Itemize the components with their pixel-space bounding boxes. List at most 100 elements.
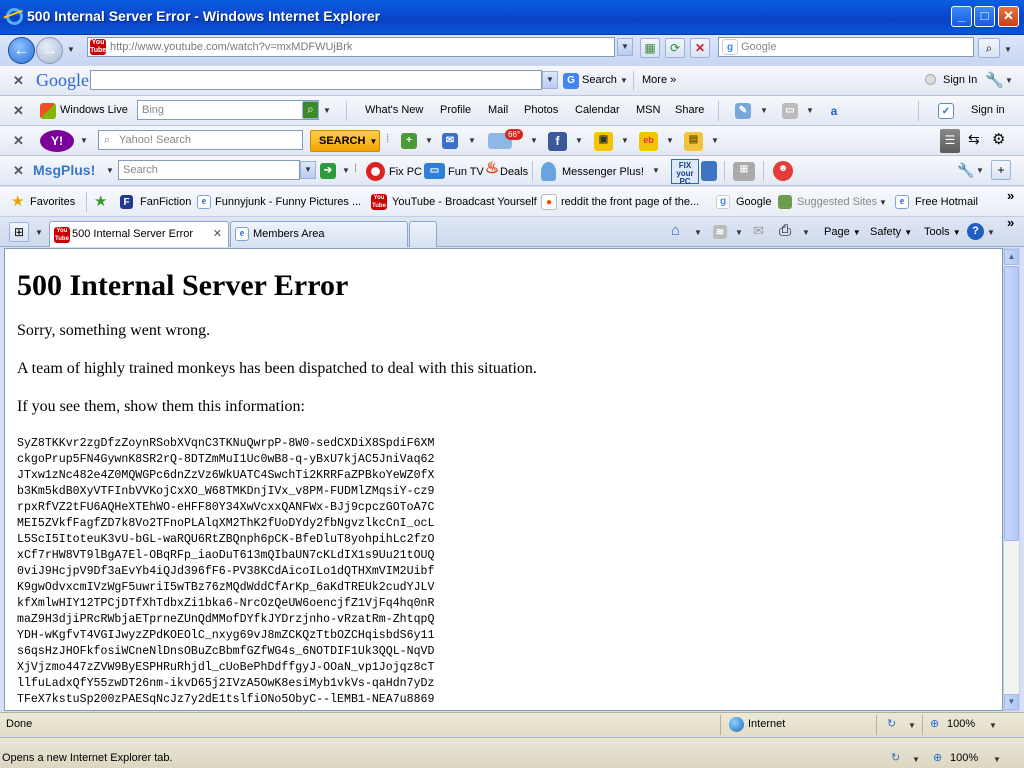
yahoo-search-button[interactable]: SEARCH ▼: [310, 130, 380, 152]
feeds-icon[interactable]: ≋: [713, 225, 727, 239]
add-to-favorites-bar-icon[interactable]: ★: [94, 192, 107, 210]
help-caret[interactable]: ▼: [987, 228, 995, 237]
maximize-button[interactable]: □: [974, 6, 995, 27]
msgplus-toolbar-close-icon[interactable]: ✕: [13, 163, 24, 179]
yahoo-menu-caret[interactable]: ▼: [80, 136, 88, 145]
fix-your-pc-badge[interactable]: FIX your PC: [671, 159, 699, 186]
messenger-plus-caret[interactable]: ▼: [652, 166, 660, 175]
favorites-button[interactable]: Favorites: [30, 196, 75, 208]
blog-caret[interactable]: ▼: [760, 106, 768, 115]
protected-mode-caret[interactable]: ▼: [908, 721, 916, 730]
whats-new-link[interactable]: What's New: [365, 104, 423, 116]
tab-close-icon[interactable]: ✕: [213, 222, 222, 246]
zoom-level[interactable]: 100%: [947, 718, 975, 730]
form-fill-icon[interactable]: ▭: [782, 103, 798, 119]
print-icon[interactable]: ⎙: [779, 222, 791, 239]
google-search-input[interactable]: [90, 70, 542, 90]
address-input[interactable]: You Tube http://www.youtube.com/watch?v=m…: [87, 37, 615, 57]
swap-icon[interactable]: ⇆: [968, 131, 980, 148]
protected-mode-icon[interactable]: ↻: [887, 717, 896, 730]
msgplus-logo-caret[interactable]: ▼: [106, 166, 114, 175]
ebay-icon[interactable]: eb: [639, 132, 658, 151]
share-link[interactable]: Share: [675, 104, 704, 116]
tools-menu[interactable]: Tools ▼: [924, 226, 961, 238]
help-icon[interactable]: ?: [967, 223, 984, 240]
bing-search-input[interactable]: Bing: [137, 100, 319, 120]
form-fill-caret[interactable]: ▼: [806, 106, 814, 115]
wrench-icon[interactable]: 🔧: [985, 71, 1004, 89]
outer-protected-mode-icon[interactable]: ↻: [891, 751, 900, 764]
page-menu[interactable]: Page ▼: [824, 226, 861, 238]
google-search-button[interactable]: Search: [582, 74, 617, 86]
toolbar-resize-grip[interactable]: ⁞: [354, 163, 357, 175]
google-more-button[interactable]: More »: [642, 74, 676, 86]
google-toolbar-close-icon[interactable]: ✕: [13, 73, 24, 89]
live-sign-in-link[interactable]: Sign in: [971, 104, 1005, 116]
notepad-caret[interactable]: ▼: [711, 136, 719, 145]
yahoo-toolbar-close-icon[interactable]: ✕: [13, 133, 24, 149]
fix-pc-shield-icon[interactable]: [701, 161, 717, 181]
new-tab-button[interactable]: [409, 221, 437, 247]
live-toolbar-close-icon[interactable]: ✕: [13, 103, 24, 119]
google-search-dropdown[interactable]: ▼: [542, 71, 558, 89]
facebook-caret[interactable]: ▼: [575, 136, 583, 145]
msgplus-go-icon[interactable]: ➔: [320, 163, 336, 179]
tab-list-dropdown[interactable]: ▼: [35, 228, 43, 237]
scroll-down-arrow-icon[interactable]: ▼: [1004, 694, 1019, 710]
deals-flame-icon[interactable]: ♨: [484, 161, 500, 177]
scrollbar-thumb[interactable]: [1004, 266, 1019, 541]
tab-members-area[interactable]: e Members Area: [230, 221, 408, 247]
outer-protected-mode-caret[interactable]: ▼: [912, 755, 920, 764]
outer-zoom-caret[interactable]: ▼: [993, 755, 1001, 764]
msgplus-settings-caret[interactable]: ▼: [976, 166, 984, 175]
google-sign-in-link[interactable]: Sign In: [943, 74, 977, 86]
msgplus-add-button[interactable]: +: [991, 160, 1011, 180]
yahoo-search-input[interactable]: ⌕ Yahoo! Search: [98, 130, 303, 150]
favorites-overflow-chevron-icon[interactable]: »: [1007, 188, 1014, 203]
fix-pc-link[interactable]: Fix PC: [389, 166, 422, 178]
search-options-dropdown[interactable]: ▼: [1004, 45, 1012, 54]
deals-link[interactable]: Deals: [500, 166, 528, 178]
bookmark-caret[interactable]: ▼: [425, 136, 433, 145]
games-icon[interactable]: ▣: [594, 132, 613, 151]
quick-tabs-icon[interactable]: ⊞: [9, 222, 29, 242]
facebook-icon[interactable]: f: [548, 132, 567, 151]
minimize-button[interactable]: _: [951, 6, 972, 27]
fix-pc-icon[interactable]: [366, 162, 385, 181]
search-go-button[interactable]: ⌕: [978, 38, 1000, 58]
mail-icon[interactable]: ✉: [442, 133, 458, 149]
toolbar-menu-icon[interactable]: ☰: [940, 129, 960, 153]
msgplus-search-input[interactable]: Search: [118, 160, 300, 180]
security-zone-label[interactable]: Internet: [748, 718, 785, 730]
messenger-plus-link[interactable]: Messenger Plus!: [562, 166, 644, 178]
yahoo-logo[interactable]: Y!: [40, 130, 74, 152]
translate-icon[interactable]: a: [826, 103, 842, 119]
toolbar-resize-grip[interactable]: ⁞: [386, 133, 389, 145]
outer-zoom-level[interactable]: 100%: [950, 752, 978, 764]
settings-caret[interactable]: ▼: [1005, 76, 1013, 85]
messenger-icon[interactable]: [541, 162, 556, 181]
feeds-caret[interactable]: ▼: [735, 228, 743, 237]
home-caret[interactable]: ▼: [694, 228, 702, 237]
zoom-magnifier-icon[interactable]: ⊕: [930, 717, 939, 730]
msgplus-go-caret[interactable]: ▼: [342, 166, 350, 175]
photos-link[interactable]: Photos: [524, 104, 558, 116]
bookmark-add-icon[interactable]: +: [401, 133, 417, 149]
weather-caret[interactable]: ▼: [530, 136, 538, 145]
print-caret[interactable]: ▼: [802, 228, 810, 237]
command-bar-overflow-chevron-icon[interactable]: »: [1007, 215, 1014, 230]
favorite-free-hotmail[interactable]: Free Hotmail: [915, 196, 978, 208]
scroll-up-arrow-icon[interactable]: ▲: [1004, 249, 1019, 265]
messenger-status-icon[interactable]: ✓: [938, 103, 954, 119]
games-caret[interactable]: ▼: [621, 136, 629, 145]
ebay-caret[interactable]: ▼: [666, 136, 674, 145]
favorite-suggested-sites[interactable]: Suggested Sites: [797, 196, 877, 208]
msn-link[interactable]: MSN: [636, 104, 660, 116]
favorite-google[interactable]: Google: [736, 196, 771, 208]
suggested-sites-caret[interactable]: ▼: [879, 198, 887, 207]
stop-icon[interactable]: ✕: [690, 38, 710, 58]
tab-500-internal-server-error[interactable]: You Tube 500 Internal Server Error ✕: [49, 221, 229, 247]
gear-icon[interactable]: ⚙: [992, 130, 1005, 148]
zoom-caret[interactable]: ▼: [989, 721, 997, 730]
safety-menu[interactable]: Safety ▼: [870, 226, 912, 238]
